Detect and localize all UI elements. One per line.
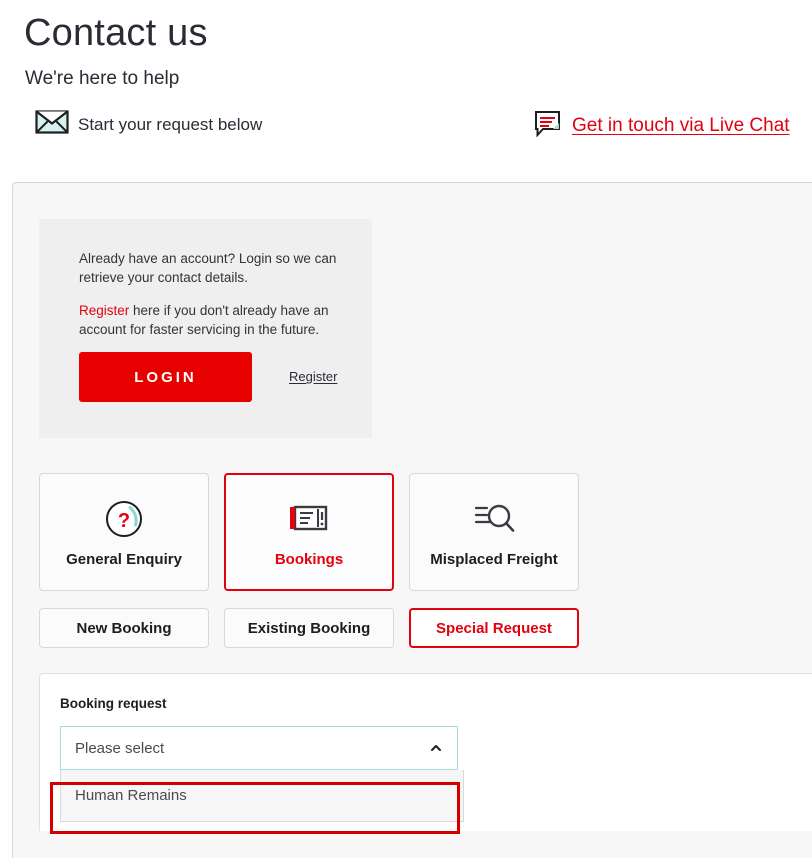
category-card-bookings[interactable]: Bookings xyxy=(224,473,394,591)
start-request-row: Start your request below xyxy=(35,110,262,139)
booking-request-label: Booking request xyxy=(60,696,167,711)
booking-request-select[interactable]: Please select xyxy=(60,726,458,770)
svg-text:?: ? xyxy=(118,510,130,532)
login-button[interactable]: LOGIN xyxy=(79,352,252,402)
category-card-misplaced-freight[interactable]: Misplaced Freight xyxy=(409,473,579,591)
category-label: Bookings xyxy=(274,550,344,568)
login-intro-text: Already have an account? Login so we can… xyxy=(79,251,337,285)
ticket-card-icon xyxy=(287,497,331,541)
page-title: Contact us xyxy=(24,12,208,54)
dropdown-option-human-remains[interactable]: Human Remains xyxy=(61,770,463,821)
question-circle-icon: ? xyxy=(104,497,144,541)
register-intro-text: Register here if you don't already have … xyxy=(79,301,341,339)
search-list-icon xyxy=(471,497,517,541)
category-label: General Enquiry xyxy=(66,550,182,568)
category-label: Misplaced Freight xyxy=(430,550,558,568)
register-inline-link[interactable]: Register xyxy=(79,303,129,318)
page-subtitle: We're here to help xyxy=(25,68,180,89)
chat-bubble-icon xyxy=(534,110,561,142)
start-request-label: Start your request below xyxy=(78,114,263,134)
select-value: Please select xyxy=(75,739,165,757)
register-link[interactable]: Register xyxy=(289,369,337,384)
envelope-icon xyxy=(35,110,69,139)
contact-us-page: Contact us We're here to help Start your… xyxy=(0,0,812,858)
tab-existing-booking[interactable]: Existing Booking xyxy=(224,608,394,648)
login-box: Already have an account? Login so we can… xyxy=(39,219,372,438)
live-chat-link[interactable]: Get in touch via Live Chat xyxy=(534,110,790,142)
live-chat-label[interactable]: Get in touch via Live Chat xyxy=(572,115,790,137)
booking-tab-row: New Booking Existing Booking Special Req… xyxy=(39,608,579,648)
booking-request-dropdown[interactable]: Human Remains xyxy=(60,770,464,822)
tab-special-request[interactable]: Special Request xyxy=(409,608,579,648)
booking-request-form: Booking request Please select Human Rema… xyxy=(39,673,812,831)
category-card-row: ? General Enquiry Bookings Misplaced Fre… xyxy=(39,473,579,591)
request-panel: Already have an account? Login so we can… xyxy=(12,182,812,858)
category-card-general-enquiry[interactable]: ? General Enquiry xyxy=(39,473,209,591)
chevron-up-icon[interactable] xyxy=(429,741,443,755)
tab-new-booking[interactable]: New Booking xyxy=(39,608,209,648)
